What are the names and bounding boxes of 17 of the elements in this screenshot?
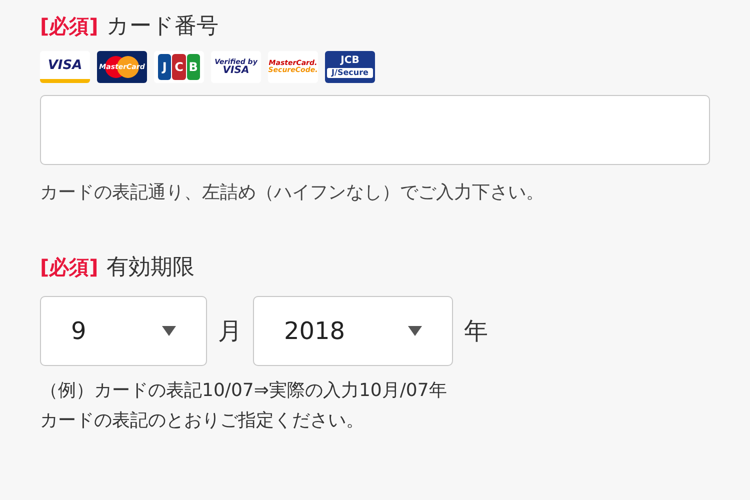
month-unit: 月 <box>218 316 242 347</box>
card-number-input[interactable] <box>40 95 710 165</box>
caret-icon <box>408 326 422 336</box>
field-label: 有効期限 <box>106 254 194 282</box>
required-label: [必須] <box>40 254 98 281</box>
year-unit: 年 <box>464 316 488 347</box>
note-text: （例）カードの表記10/07⇒実際の入力10月/07年 <box>40 379 448 403</box>
jsecure-logo: JCB J/Secure <box>325 51 375 83</box>
required-label: [必須] <box>40 13 98 40</box>
select-field[interactable]: 9 <box>40 296 207 366</box>
caret-icon <box>162 326 176 336</box>
note-text: カードの表記のとおりご指定ください。 <box>40 409 365 433</box>
hint-text: カードの表記通り、左詰め（ハイフンなし）でご入力下さい。 <box>40 181 545 205</box>
field-label: カード番号 <box>106 13 218 41</box>
select-field[interactable]: 2018 <box>253 296 453 366</box>
jcb-logo: J C B <box>154 51 204 83</box>
visa-logo: VISA <box>40 51 90 83</box>
